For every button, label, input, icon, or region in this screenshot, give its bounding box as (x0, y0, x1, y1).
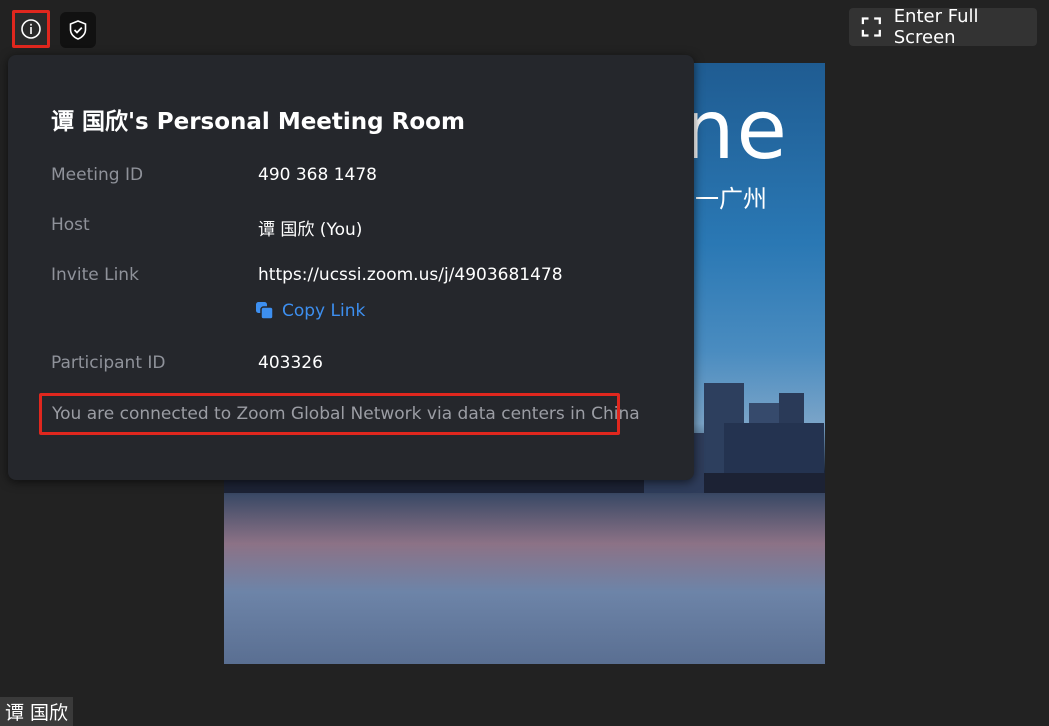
info-icon (21, 19, 41, 39)
video-logo-text: ne (682, 83, 789, 178)
panel-title: 谭 国欣's Personal Meeting Room (51, 109, 465, 135)
copy-link-label: Copy Link (282, 301, 366, 321)
participant-id-label: Participant ID (51, 353, 166, 373)
host-label: Host (51, 215, 90, 235)
invite-link-value[interactable]: https://ucssi.zoom.us/j/4903681478 (258, 265, 563, 285)
meeting-id-value: 490 368 1478 (258, 165, 377, 185)
copy-icon (256, 302, 274, 320)
fullscreen-icon (861, 17, 881, 37)
meeting-info-button[interactable] (12, 10, 50, 48)
network-connection-text: You are connected to Zoom Global Network… (52, 404, 640, 424)
participant-name-tag: 谭 国欣 (0, 697, 74, 726)
video-logo-subtext: 一广州 (695, 185, 767, 213)
shield-check-icon (69, 20, 87, 40)
invite-link-label: Invite Link (51, 265, 139, 285)
meeting-info-panel: 谭 国欣's Personal Meeting Room Meeting ID … (8, 55, 694, 480)
enter-full-screen-label: Enter Full Screen (893, 6, 979, 48)
host-value: 谭 国欣 (You) (258, 220, 363, 240)
network-connection-note: You are connected to Zoom Global Network… (39, 393, 640, 435)
security-button[interactable] (60, 12, 96, 48)
meeting-id-label: Meeting ID (51, 165, 144, 185)
enter-full-screen-button[interactable]: Enter Full Screen (849, 6, 1037, 48)
participant-id-value: 403326 (258, 353, 323, 373)
copy-link-button[interactable]: Copy Link (255, 301, 365, 321)
